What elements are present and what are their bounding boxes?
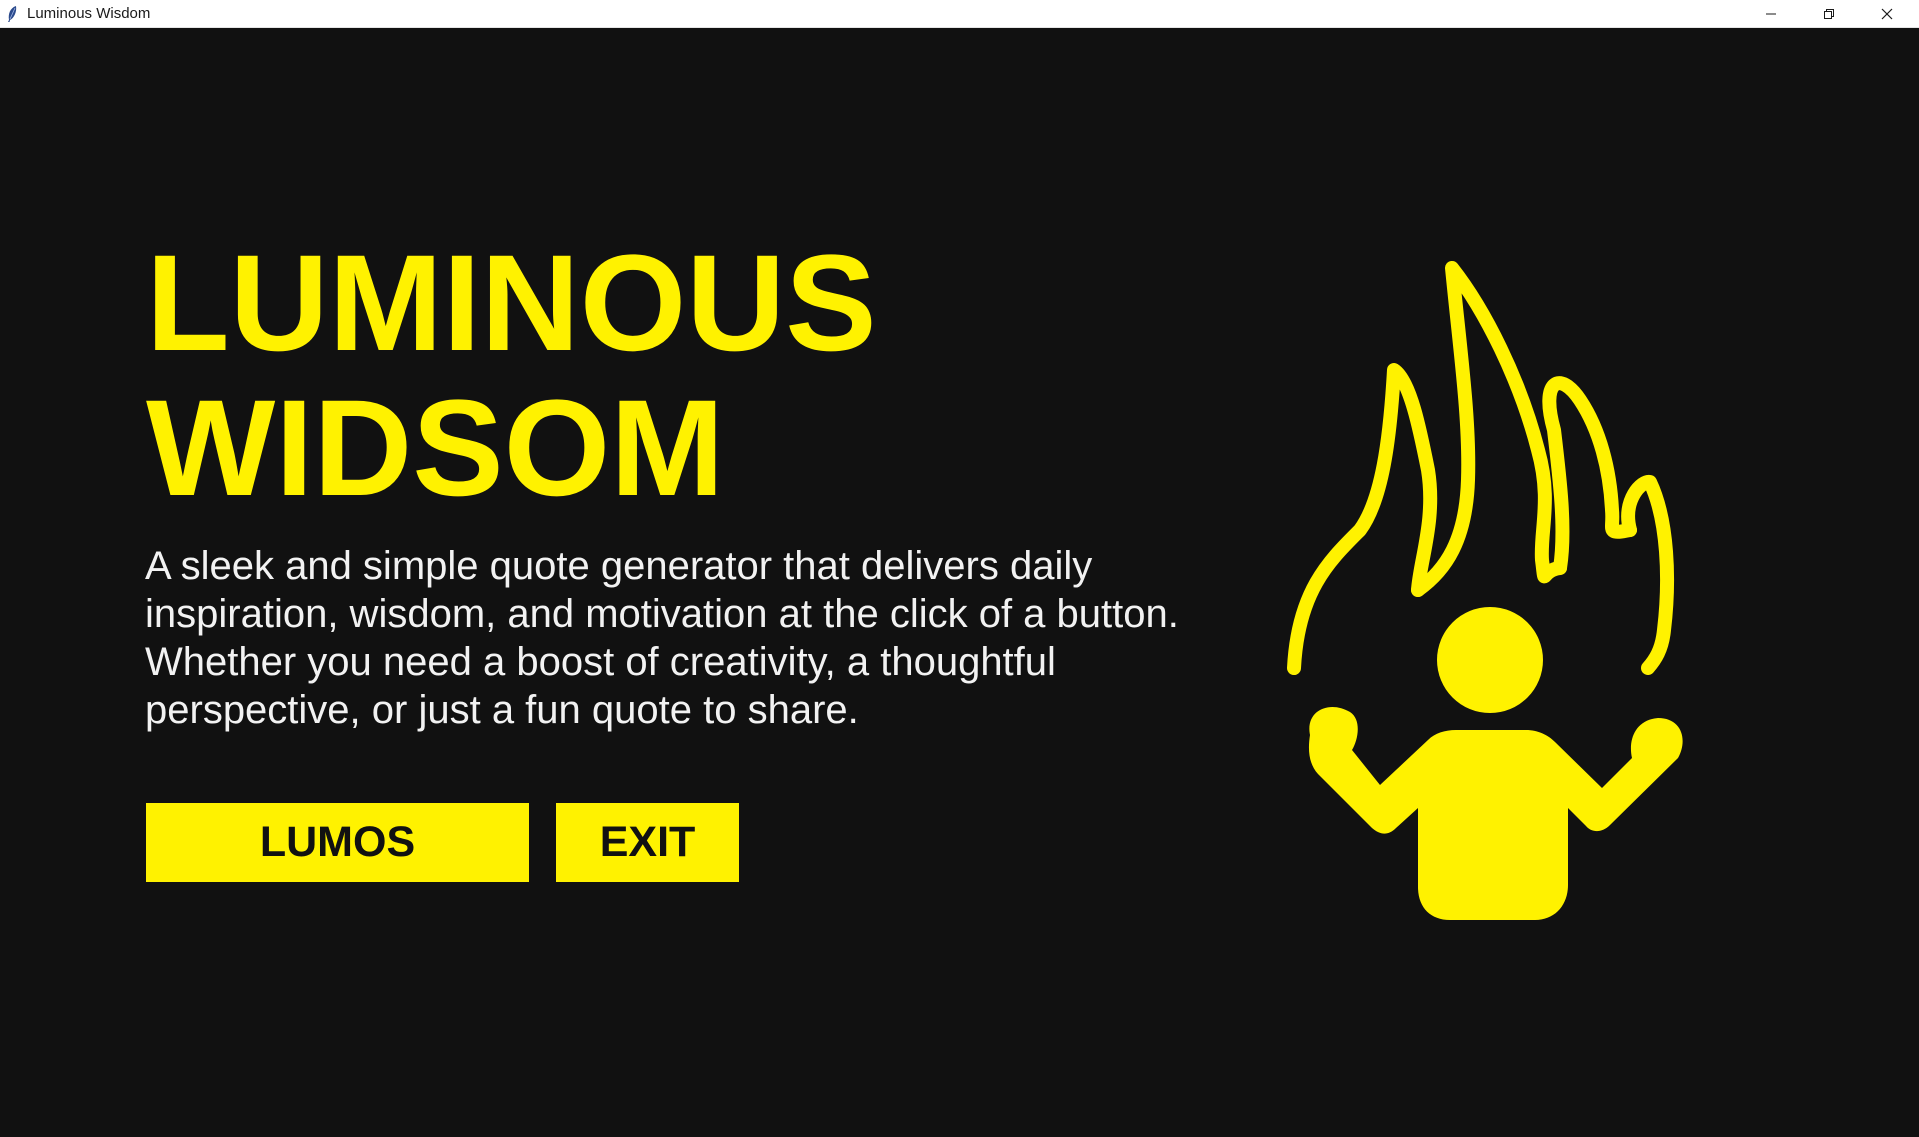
- restore-button[interactable]: [1800, 0, 1858, 28]
- window-title: Luminous Wisdom: [27, 5, 151, 22]
- description-line: A sleek and simple quote generator that …: [145, 544, 1093, 588]
- flame-outer-left: [1287, 363, 1438, 675]
- close-icon: [1881, 8, 1893, 20]
- description-line: perspective, or just a fun quote to shar…: [145, 688, 859, 732]
- lumos-button[interactable]: LUMOS: [146, 803, 529, 882]
- description-line: inspiration, wisdom, and motivation at t…: [145, 592, 1179, 636]
- close-button[interactable]: [1858, 0, 1916, 28]
- flame-right-inner: [1542, 376, 1637, 575]
- person-body: [1308, 706, 1683, 920]
- flame-tall-center: [1411, 261, 1567, 597]
- feather-icon: [8, 6, 17, 22]
- flame-right-outer: [1621, 475, 1675, 675]
- minimize-icon: [1766, 13, 1776, 15]
- description-line: Whether you need a boost of creativity, …: [145, 640, 1056, 684]
- enlightened-person-flame-icon: [1287, 261, 1683, 920]
- app-title-line-1: LUMINOUS: [146, 227, 877, 380]
- person-head: [1437, 607, 1543, 713]
- app-title-line-2: WIDSOM: [146, 372, 725, 525]
- restore-icon: [1824, 9, 1834, 19]
- minimize-button[interactable]: [1742, 0, 1800, 28]
- app-window: Luminous Wisdom LUMINOUS WIDSOM A sleek …: [0, 0, 1919, 1137]
- exit-button[interactable]: EXIT: [556, 803, 739, 882]
- title-bar[interactable]: Luminous Wisdom: [0, 0, 1919, 28]
- app-description: A sleek and simple quote generator that …: [145, 542, 1245, 734]
